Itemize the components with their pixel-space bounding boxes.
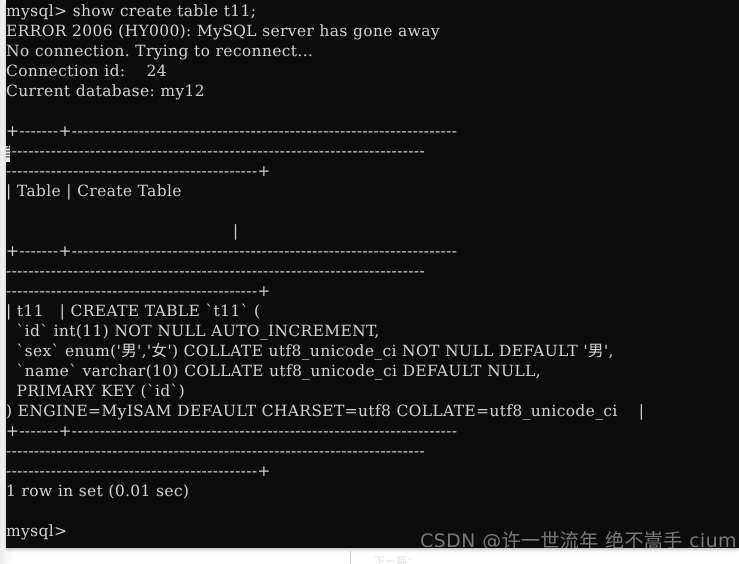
mysql-terminal-window[interactable]: mysql> show create table t11; ERROR 2006… — [6, 0, 739, 548]
page-faint-text: 下一篇： — [374, 556, 418, 564]
clipped-glyph-fragment: 自 — [6, 146, 10, 162]
screenshot-root: 下一篇： mysql> show create table t11; ERROR… — [0, 0, 739, 564]
page-divider — [350, 551, 351, 564]
terminal-output[interactable]: mysql> show create table t11; ERROR 2006… — [6, 1, 644, 541]
